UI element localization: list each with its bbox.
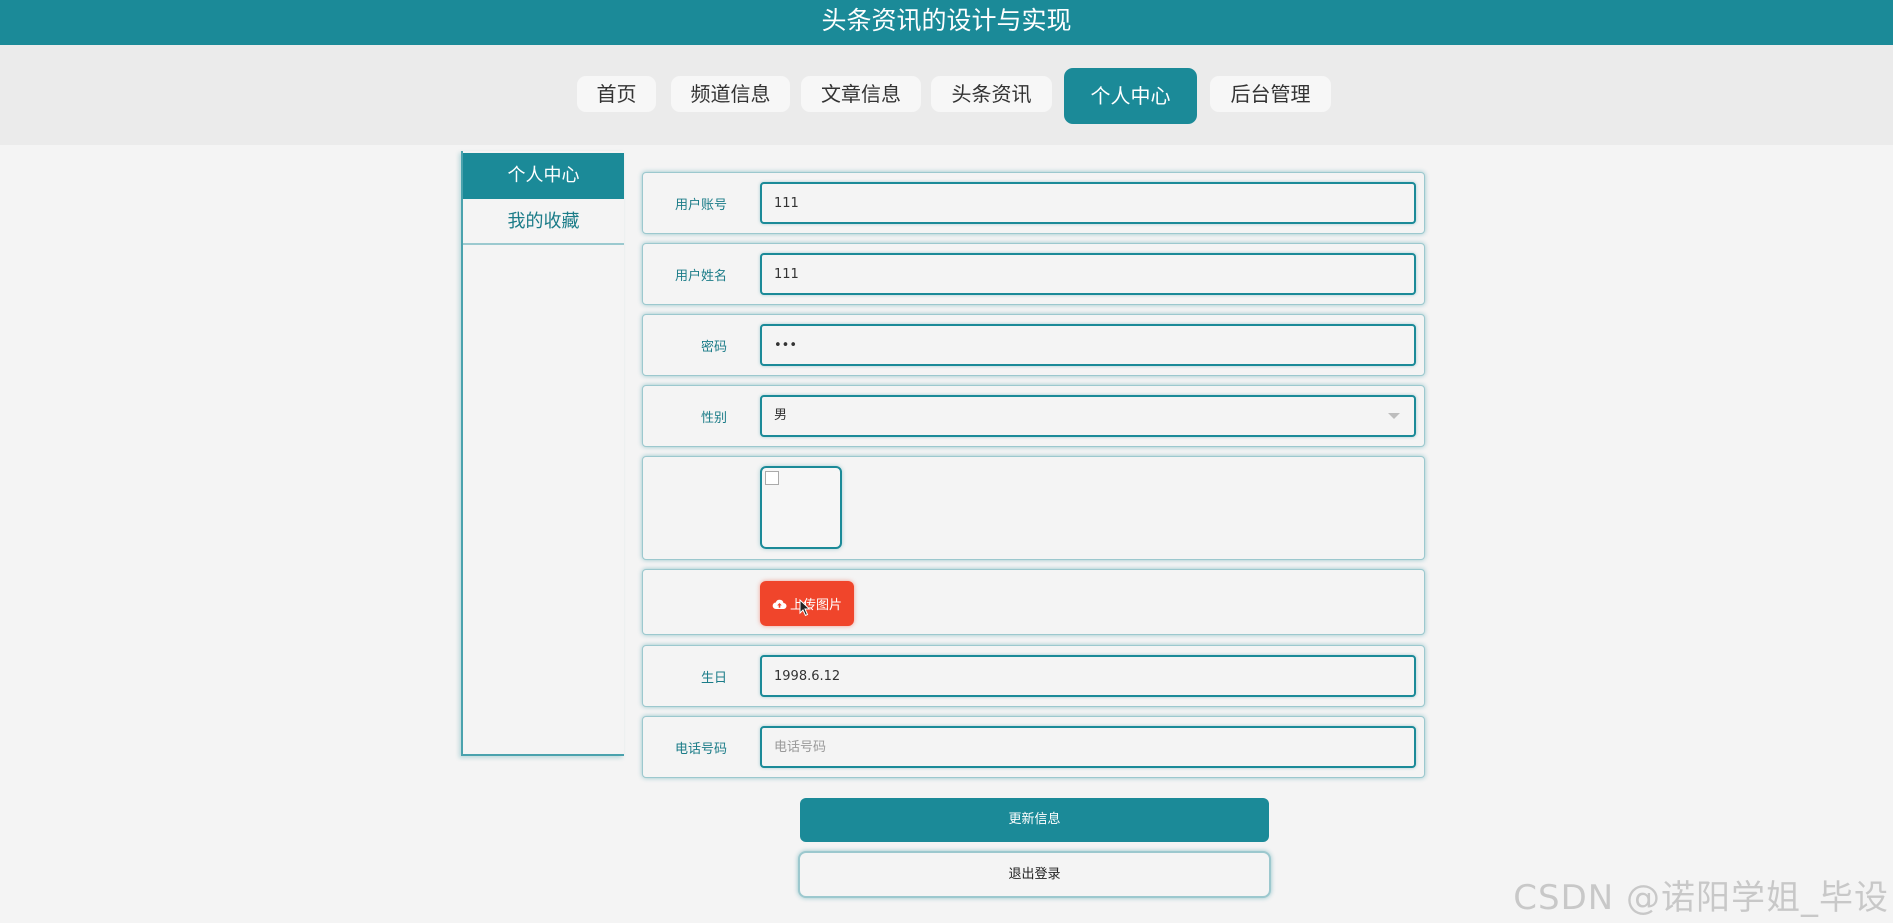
- nav-item-admin[interactable]: 后台管理: [1210, 76, 1331, 112]
- form-row-upload: 上传图片: [642, 569, 1425, 635]
- gender-value: 男: [774, 408, 788, 423]
- nav-item-headlines[interactable]: 头条资讯: [931, 76, 1052, 112]
- upload-image-button[interactable]: 上传图片: [760, 581, 854, 626]
- form-row-name: 用户姓名: [642, 243, 1425, 305]
- mouse-pointer-icon: [799, 599, 811, 617]
- form-row-birthday: 生日: [642, 645, 1425, 707]
- top-nav: 首页 频道信息 文章信息 头条资讯 个人中心 后台管理: [0, 45, 1893, 145]
- form-row-avatar: [642, 456, 1425, 560]
- name-label: 用户姓名: [674, 268, 727, 284]
- form-row-account: 用户账号: [642, 172, 1425, 234]
- birthday-input[interactable]: [760, 655, 1416, 697]
- chevron-down-icon: [1388, 413, 1400, 419]
- broken-image-icon: [765, 471, 779, 485]
- avatar-image: [760, 466, 842, 549]
- form-row-phone: 电话号码: [642, 716, 1425, 778]
- form-row-gender: 性别 男: [642, 385, 1425, 447]
- account-input[interactable]: [760, 182, 1416, 224]
- password-label: 密码: [700, 339, 727, 355]
- nav-item-channels[interactable]: 频道信息: [671, 76, 790, 112]
- gender-label: 性别: [700, 410, 727, 426]
- gender-select[interactable]: 男: [760, 395, 1416, 437]
- upload-image-label: 上传图片: [789, 598, 842, 613]
- sidebar: 个人中心 我的收藏: [461, 151, 624, 756]
- nav-item-home[interactable]: 首页: [577, 76, 656, 112]
- logout-button[interactable]: 退出登录: [798, 851, 1271, 898]
- phone-label: 电话号码: [674, 741, 727, 757]
- phone-input[interactable]: [760, 726, 1416, 768]
- update-info-button[interactable]: 更新信息: [800, 798, 1269, 842]
- account-label: 用户账号: [674, 197, 727, 213]
- nav-item-personal-center[interactable]: 个人中心: [1064, 68, 1197, 124]
- name-input[interactable]: [760, 253, 1416, 295]
- nav-item-articles[interactable]: 文章信息: [801, 76, 921, 112]
- watermark: CSDN @诺阳学姐_毕设: [1513, 878, 1889, 918]
- app-title: 头条资讯的设计与实现: [0, 0, 1893, 45]
- sidebar-item-personal-center[interactable]: 个人中心: [463, 153, 624, 199]
- password-input[interactable]: [760, 324, 1416, 366]
- form-row-password: 密码: [642, 314, 1425, 376]
- birthday-label: 生日: [700, 670, 727, 686]
- cloud-upload-icon: [772, 599, 787, 609]
- sidebar-item-favorites[interactable]: 我的收藏: [463, 199, 624, 245]
